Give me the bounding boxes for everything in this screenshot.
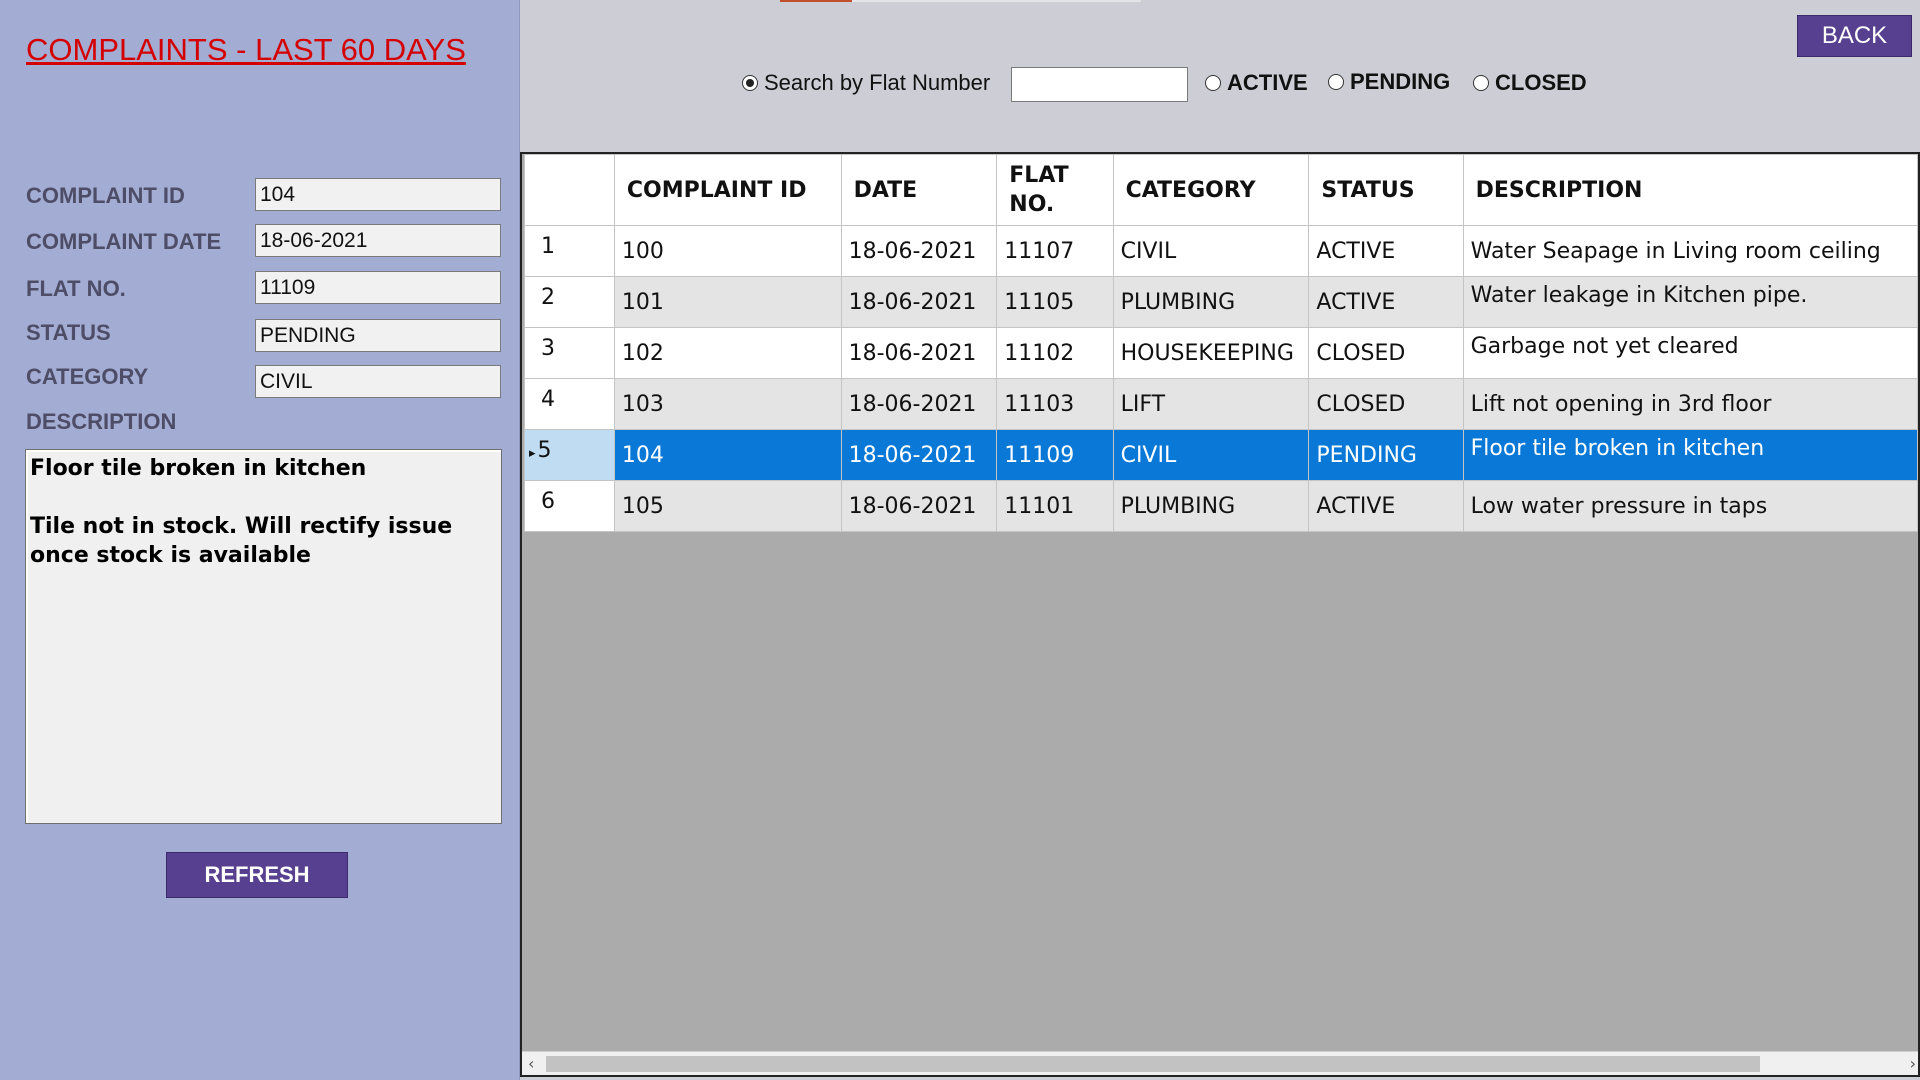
cell-description[interactable]: Floor tile broken in kitchen xyxy=(1462,429,1918,481)
complaint-date-label: COMPLAINT DATE xyxy=(26,229,222,254)
table-row[interactable]: 3 102 18-06-2021 11102 HOUSEKEEPING CLOS… xyxy=(524,327,1918,379)
pending-filter-label: PENDING xyxy=(1350,69,1451,94)
row-number-text: 5 xyxy=(537,438,552,463)
cell-complaint-id[interactable]: 102 xyxy=(613,327,842,379)
flat-number-search-input[interactable] xyxy=(1011,67,1188,102)
complaint-id-label: COMPLAINT ID xyxy=(26,183,185,208)
description-textarea[interactable]: Floor tile broken in kitchen Tile not in… xyxy=(25,449,502,824)
cell-status[interactable]: CLOSED xyxy=(1308,327,1464,379)
scroll-left-icon[interactable]: ‹ xyxy=(528,1052,534,1075)
cell-status[interactable]: ACTIVE xyxy=(1308,480,1464,532)
pending-filter-option[interactable]: PENDING xyxy=(1328,69,1450,95)
cell-description[interactable]: Water Seapage in Living room ceiling xyxy=(1462,225,1918,277)
closed-filter-label: CLOSED xyxy=(1495,70,1587,95)
row-number[interactable]: 4 xyxy=(524,378,615,430)
scroll-right-icon[interactable]: › xyxy=(1910,1052,1916,1075)
cell-date[interactable]: 18-06-2021 xyxy=(840,276,998,328)
current-row-indicator-icon: ▸ xyxy=(529,446,536,461)
row-number[interactable]: 2 xyxy=(524,276,615,328)
status-field[interactable] xyxy=(255,319,501,352)
cell-date[interactable]: 18-06-2021 xyxy=(840,378,998,430)
table-row[interactable]: 4 103 18-06-2021 11103 LIFT CLOSED Lift … xyxy=(524,378,1918,430)
search-by-flat-label: Search by Flat Number xyxy=(764,70,991,95)
row-number[interactable]: 1 xyxy=(524,225,615,277)
cell-flat-no[interactable]: 11107 xyxy=(996,225,1114,277)
cell-category[interactable]: PLUMBING xyxy=(1112,480,1310,532)
cell-date[interactable]: 18-06-2021 xyxy=(840,480,998,532)
cell-complaint-id[interactable]: 103 xyxy=(613,378,842,430)
complaint-date-field[interactable] xyxy=(255,224,501,257)
category-field[interactable] xyxy=(255,365,501,398)
cell-description[interactable]: Low water pressure in taps xyxy=(1462,480,1918,532)
complaint-detail-panel: COMPLAINTS - LAST 60 DAYS COMPLAINT ID C… xyxy=(0,0,520,1080)
cell-flat-no[interactable]: 11101 xyxy=(996,480,1114,532)
row-number[interactable]: 3 xyxy=(524,327,615,379)
refresh-button[interactable]: REFRESH xyxy=(166,852,348,898)
table-row-selected[interactable]: ▸5 104 18-06-2021 11109 CIVIL PENDING Fl… xyxy=(524,429,1918,481)
complaint-id-field[interactable] xyxy=(255,178,501,211)
active-radio[interactable] xyxy=(1205,75,1221,91)
cell-category[interactable]: HOUSEKEEPING xyxy=(1112,327,1310,379)
row-header-corner xyxy=(524,154,615,226)
cell-status[interactable]: ACTIVE xyxy=(1308,276,1464,328)
table-row[interactable]: 1 100 18-06-2021 11107 CIVIL ACTIVE Wate… xyxy=(524,225,1918,277)
active-filter-label: ACTIVE xyxy=(1227,70,1308,95)
cell-category[interactable]: CIVIL xyxy=(1112,429,1310,481)
cell-date[interactable]: 18-06-2021 xyxy=(840,225,998,277)
table-row[interactable]: 6 105 18-06-2021 11101 PLUMBING ACTIVE L… xyxy=(524,480,1918,532)
grid-header-row: COMPLAINT ID DATE FLAT NO. CATEGORY STAT… xyxy=(524,154,1918,226)
column-header-status[interactable]: STATUS xyxy=(1308,154,1464,226)
cell-date[interactable]: 18-06-2021 xyxy=(840,429,998,481)
cell-flat-no[interactable]: 11102 xyxy=(996,327,1114,379)
search-by-flat-option[interactable]: Search by Flat Number xyxy=(742,70,990,96)
complaints-table: COMPLAINT ID DATE FLAT NO. CATEGORY STAT… xyxy=(524,154,1918,532)
category-label: CATEGORY xyxy=(26,364,149,389)
description-label: DESCRIPTION xyxy=(26,409,177,434)
active-filter-option[interactable]: ACTIVE xyxy=(1205,70,1308,96)
back-button[interactable]: BACK xyxy=(1797,15,1912,57)
status-label: STATUS xyxy=(26,320,111,345)
horizontal-scrollbar[interactable]: ‹ › xyxy=(522,1051,1918,1075)
cell-status[interactable]: PENDING xyxy=(1308,429,1464,481)
column-header-date[interactable]: DATE xyxy=(840,154,998,226)
search-by-flat-radio[interactable] xyxy=(742,75,758,91)
closed-filter-option[interactable]: CLOSED xyxy=(1473,70,1587,96)
flat-no-label: FLAT NO. xyxy=(26,276,126,301)
cell-complaint-id[interactable]: 101 xyxy=(613,276,842,328)
table-row[interactable]: 2 101 18-06-2021 11105 PLUMBING ACTIVE W… xyxy=(524,276,1918,328)
column-header-category[interactable]: CATEGORY xyxy=(1112,154,1310,226)
page-title: COMPLAINTS - LAST 60 DAYS xyxy=(26,32,466,67)
cell-category[interactable]: LIFT xyxy=(1112,378,1310,430)
cell-flat-no[interactable]: 11109 xyxy=(996,429,1114,481)
pending-radio[interactable] xyxy=(1328,74,1344,90)
cell-description[interactable]: Water leakage in Kitchen pipe. xyxy=(1462,276,1918,328)
cell-description[interactable]: Lift not opening in 3rd floor xyxy=(1462,378,1918,430)
cell-complaint-id[interactable]: 100 xyxy=(613,225,842,277)
scrollbar-thumb[interactable] xyxy=(546,1056,1760,1072)
closed-radio[interactable] xyxy=(1473,75,1489,91)
cell-complaint-id[interactable]: 104 xyxy=(613,429,842,481)
cell-status[interactable]: CLOSED xyxy=(1308,378,1464,430)
cell-flat-no[interactable]: 11103 xyxy=(996,378,1114,430)
cell-complaint-id[interactable]: 105 xyxy=(613,480,842,532)
flat-no-field[interactable] xyxy=(255,271,501,304)
row-number[interactable]: 6 xyxy=(524,480,615,532)
cell-flat-no[interactable]: 11105 xyxy=(996,276,1114,328)
cell-date[interactable]: 18-06-2021 xyxy=(840,327,998,379)
row-number[interactable]: ▸5 xyxy=(524,429,615,481)
complaints-grid[interactable]: COMPLAINT ID DATE FLAT NO. CATEGORY STAT… xyxy=(520,152,1920,1077)
column-header-description[interactable]: DESCRIPTION xyxy=(1462,154,1918,226)
cell-description[interactable]: Garbage not yet cleared xyxy=(1462,327,1918,379)
cell-category[interactable]: PLUMBING xyxy=(1112,276,1310,328)
cell-status[interactable]: ACTIVE xyxy=(1308,225,1464,277)
top-tab-accent xyxy=(780,0,852,2)
cell-category[interactable]: CIVIL xyxy=(1112,225,1310,277)
column-header-complaint-id[interactable]: COMPLAINT ID xyxy=(613,154,842,226)
column-header-flat-no[interactable]: FLAT NO. xyxy=(996,154,1114,226)
